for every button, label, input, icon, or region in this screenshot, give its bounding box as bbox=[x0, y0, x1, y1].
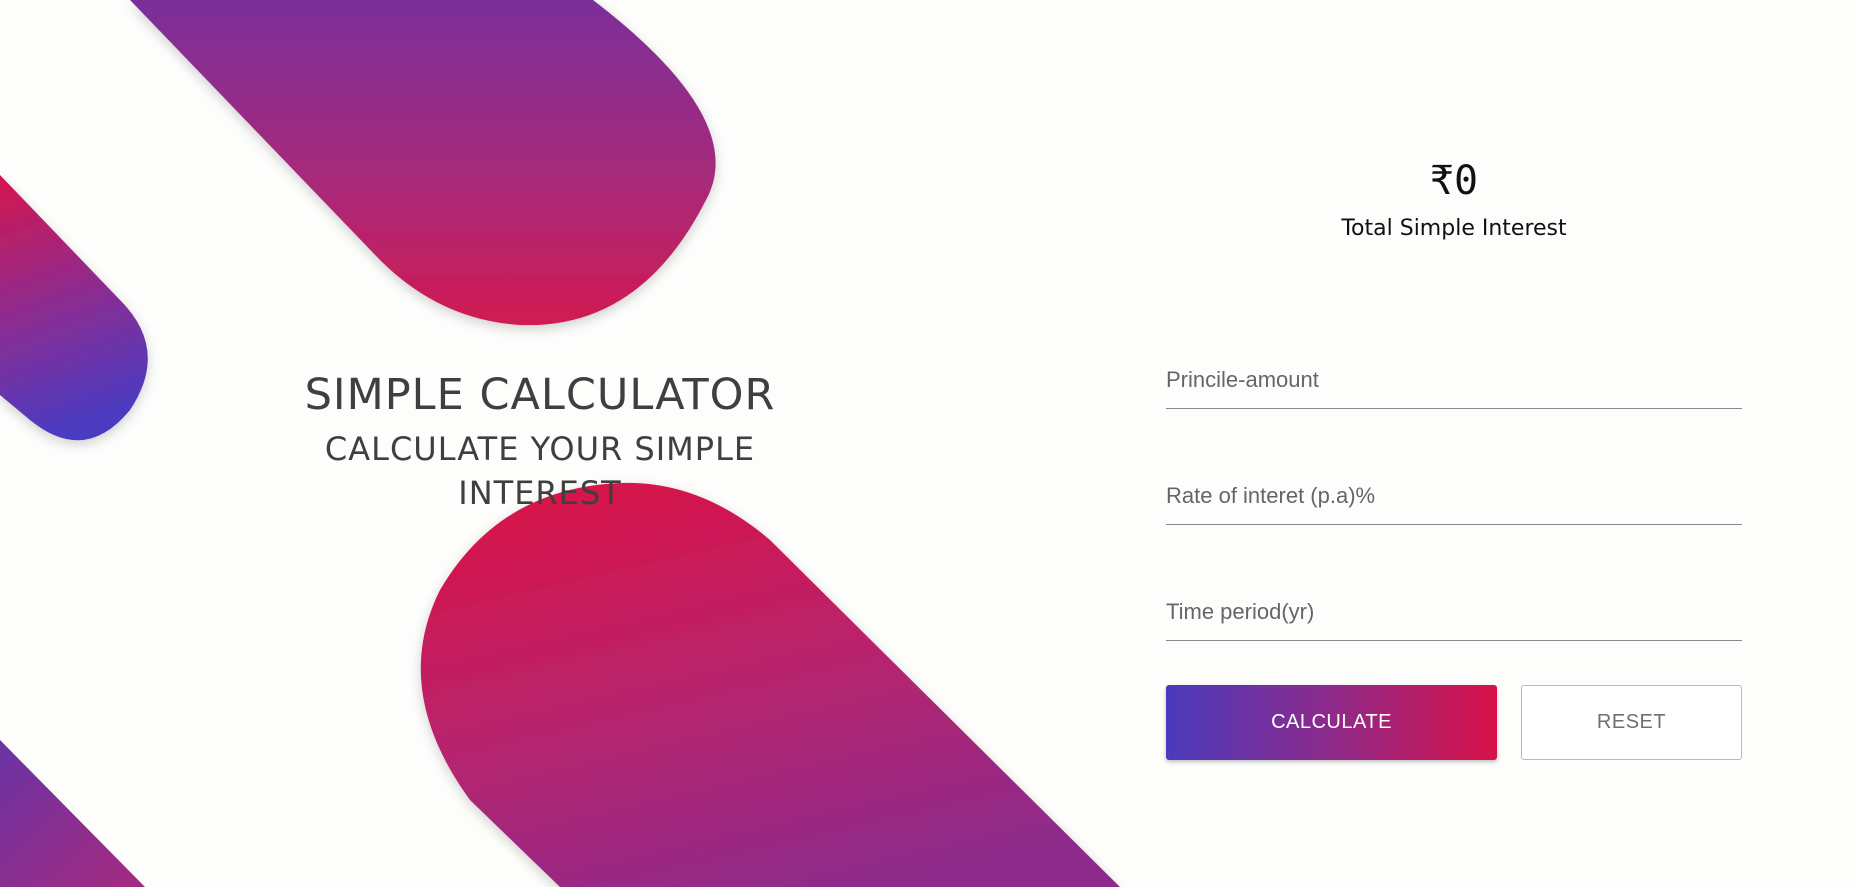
page-title: SIMPLE CALCULATOR bbox=[304, 370, 776, 420]
button-row: CALCULATE RESET bbox=[1166, 685, 1742, 760]
top-pill-shape bbox=[130, 0, 716, 326]
hero-section: SIMPLE CALCULATOR CALCULATE YOUR SIMPLE … bbox=[240, 365, 840, 515]
page: SIMPLE CALCULATOR CALCULATE YOUR SIMPLE … bbox=[0, 0, 1857, 887]
corner-stripe-shape bbox=[0, 740, 145, 887]
time-input[interactable] bbox=[1166, 592, 1742, 640]
calculate-button[interactable]: CALCULATE bbox=[1166, 685, 1497, 760]
interest-label: Total Simple Interest bbox=[1341, 216, 1567, 241]
time-field-wrapper bbox=[1166, 592, 1742, 641]
result-panel: ₹0 Total Simple Interest bbox=[1254, 150, 1654, 244]
bottom-pill-shape bbox=[420, 482, 1120, 887]
interest-form: CALCULATE RESET bbox=[1166, 360, 1742, 760]
rate-field-wrapper bbox=[1166, 476, 1742, 525]
principal-input[interactable] bbox=[1166, 360, 1742, 408]
principal-field-wrapper bbox=[1166, 360, 1742, 409]
left-pill-shape bbox=[0, 175, 148, 441]
page-subtitle: CALCULATE YOUR SIMPLE INTEREST bbox=[324, 430, 756, 512]
rate-input[interactable] bbox=[1166, 476, 1742, 524]
reset-button[interactable]: RESET bbox=[1521, 685, 1742, 760]
interest-amount: ₹0 bbox=[1429, 158, 1479, 204]
